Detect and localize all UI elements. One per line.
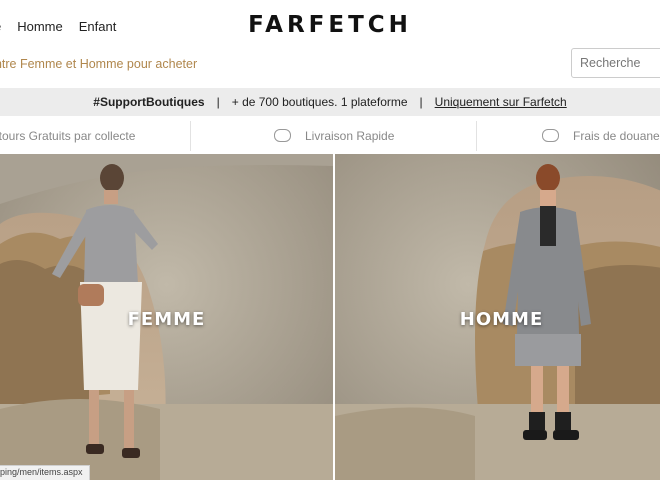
service-returns-label: etours Gratuits par collecte	[0, 129, 136, 143]
hero-homme-label: HOMME	[459, 309, 544, 330]
services-strip: etours Gratuits par collecte Livraison R…	[0, 121, 660, 151]
nav-enfant[interactable]: Enfant	[79, 19, 117, 34]
promo-text: entre Femme et Homme pour acheter	[0, 57, 198, 71]
service-delivery[interactable]: Livraison Rapide	[274, 129, 394, 143]
support-banner: #SupportBoutiques | + de 700 boutiques. …	[0, 88, 660, 116]
status-bar-url: ping/men/items.aspx	[0, 465, 90, 480]
top-bar: e Homme Enfant FARFETCH	[0, 0, 660, 55]
service-customs[interactable]: Frais de douanes	[542, 129, 660, 143]
customs-icon	[542, 129, 559, 143]
service-delivery-label: Livraison Rapide	[305, 129, 395, 143]
search-input[interactable]	[571, 48, 660, 78]
service-returns[interactable]: etours Gratuits par collecte	[0, 129, 135, 143]
hero-femme-label: FEMME	[127, 309, 206, 330]
service-divider	[190, 121, 191, 151]
banner-link[interactable]: Uniquement sur Farfetch	[435, 95, 567, 109]
banner-divider-1: |	[216, 95, 220, 109]
banner-text: + de 700 boutiques. 1 plateforme	[231, 95, 408, 109]
hero-homme[interactable]: HOMME	[335, 154, 660, 480]
nav-homme[interactable]: Homme	[17, 19, 63, 34]
clock-icon	[274, 129, 291, 143]
nav-femme[interactable]: e	[0, 19, 1, 34]
banner-divider-2: |	[419, 95, 423, 109]
service-divider	[476, 121, 477, 151]
gender-nav: e Homme Enfant	[0, 19, 116, 34]
banner-hashtag: #SupportBoutiques	[93, 95, 205, 109]
service-customs-label: Frais de douanes	[573, 129, 660, 143]
hero-femme[interactable]: FEMME	[0, 154, 333, 480]
